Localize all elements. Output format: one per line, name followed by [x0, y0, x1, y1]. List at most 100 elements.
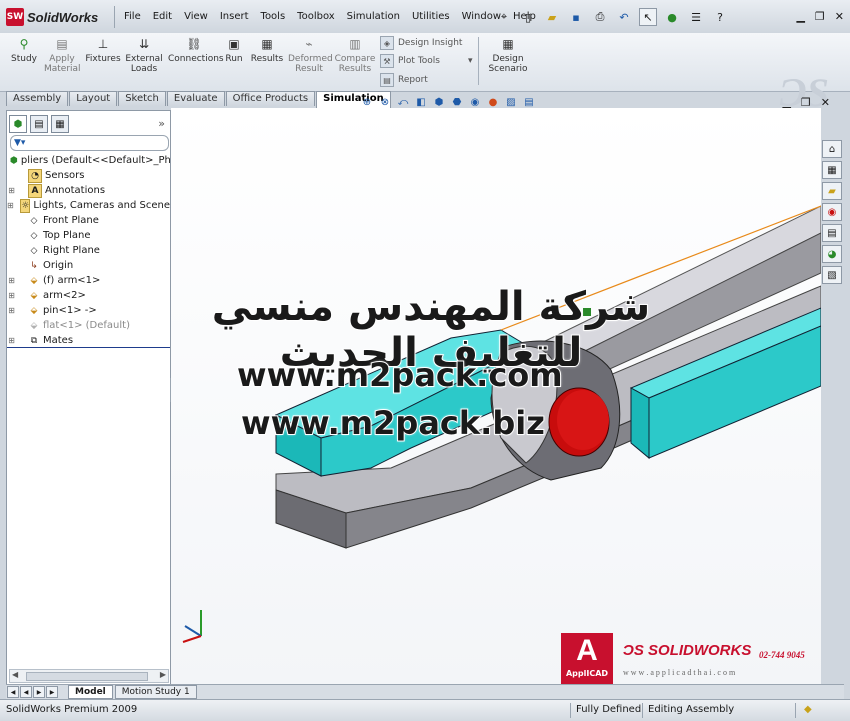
tab-sketch[interactable]: Sketch	[118, 91, 166, 106]
previous-view-icon[interactable]: ⤺	[396, 95, 410, 109]
tree-item-pin[interactable]: ⊞ ⬙ pin<1> ->	[7, 303, 170, 318]
menu-insert[interactable]: Insert	[214, 11, 255, 22]
menu-view[interactable]: View	[178, 11, 214, 22]
section-view-icon[interactable]: ◧	[414, 95, 428, 109]
help-icon[interactable]: ?	[711, 8, 729, 26]
menu-utilities[interactable]: Utilities	[406, 11, 456, 22]
connections-button[interactable]: ⛓ Connections	[168, 36, 224, 64]
tab-motion-study-1[interactable]: Motion Study 1	[114, 685, 197, 699]
view-palette-icon[interactable]: ▤	[822, 224, 842, 242]
home-icon[interactable]: ⌂	[822, 140, 842, 158]
expand-icon[interactable]: ⊞	[7, 306, 16, 315]
tree-root[interactable]: ⬢ pliers (Default<<Default>_Phot	[7, 153, 170, 168]
status-divider	[795, 703, 796, 718]
custom-properties-icon[interactable]: ▧	[822, 266, 842, 284]
tree-item-top-plane[interactable]: ◇ Top Plane	[7, 228, 170, 243]
search-icon[interactable]: ◉	[822, 203, 842, 221]
design-insight-button[interactable]: ◈ Design Insight	[380, 36, 462, 50]
plot-tools-button[interactable]: ⚒ Plot Tools ▾	[380, 54, 473, 68]
tab-evaluate[interactable]: Evaluate	[166, 91, 225, 106]
external-loads-button[interactable]: ⇊ External Loads	[124, 36, 164, 74]
panel-expand-icon[interactable]: »	[158, 117, 165, 130]
tree-item-right-plane[interactable]: ◇ Right Plane	[7, 243, 170, 258]
tab-model[interactable]: Model	[68, 685, 113, 699]
tree-item-annotations[interactable]: ⊞ A Annotations	[7, 183, 170, 198]
fixtures-button[interactable]: ⊥ Fixtures	[84, 36, 122, 64]
configuration-manager-tab-icon[interactable]: ▦	[51, 115, 69, 133]
compare-results-button[interactable]: ▥ Compare Results	[334, 36, 376, 74]
edit-appearance-icon[interactable]: ●	[486, 95, 500, 109]
scroll-left-icon[interactable]: ◀	[12, 670, 18, 679]
tree-filter-input[interactable]: ▼▾	[10, 135, 169, 151]
expand-icon[interactable]: ⊞	[7, 201, 14, 210]
print-icon[interactable]: ⎙	[591, 8, 609, 26]
deformed-result-button[interactable]: ⌁ Deformed Result	[288, 36, 333, 74]
scroll-right-icon[interactable]: ▶	[160, 670, 166, 679]
new-document-icon[interactable]: ▯	[519, 8, 537, 26]
expand-icon[interactable]: ⊞	[7, 291, 16, 300]
tab-office-products[interactable]: Office Products	[225, 91, 316, 106]
tree-item-front-plane[interactable]: ◇ Front Plane	[7, 213, 170, 228]
menu-file[interactable]: File	[118, 11, 147, 22]
study-button[interactable]: ⚲ Study	[8, 36, 40, 64]
zoom-to-fit-icon[interactable]: ⊕	[360, 95, 374, 109]
zoom-to-area-icon[interactable]: ⊗	[378, 95, 392, 109]
menu-edit[interactable]: Edit	[147, 11, 178, 22]
hide-show-icon[interactable]: ◉	[468, 95, 482, 109]
apply-scene-icon[interactable]: ▨	[504, 95, 518, 109]
tree-item-arm-2[interactable]: ⊞ ⬙ arm<2>	[7, 288, 170, 303]
tab-assembly[interactable]: Assembly	[6, 91, 69, 106]
display-style-icon[interactable]: ⬣	[450, 95, 464, 109]
tree-item-sensors[interactable]: ◔ Sensors	[7, 168, 170, 183]
menu-tools[interactable]: Tools	[255, 11, 292, 22]
view-settings-icon[interactable]: ▤	[522, 95, 536, 109]
options-icon[interactable]: ☰	[687, 8, 705, 26]
tab-layout[interactable]: Layout	[69, 91, 118, 106]
material-icon: ▤	[56, 37, 68, 51]
plot-tools-dropdown-icon[interactable]: ▾	[468, 56, 473, 66]
tree-item-flat[interactable]: ⬙ flat<1> (Default)	[7, 318, 170, 333]
expand-icon[interactable]: ⊞	[7, 336, 16, 345]
menu-simulation[interactable]: Simulation	[341, 11, 406, 22]
viewport-close-icon[interactable]: ✕	[821, 96, 830, 109]
feature-manager-tab-icon[interactable]: ⬢	[9, 115, 27, 133]
appearances-icon[interactable]: ◕	[822, 245, 842, 263]
pin-icon[interactable]: ⌖	[495, 8, 513, 26]
rollback-bar[interactable]	[7, 347, 170, 348]
horizontal-scrollbar[interactable]: ◀ ▶	[9, 669, 169, 683]
prev-tab-icon[interactable]: ◀	[20, 686, 32, 698]
scrollbar-thumb[interactable]	[26, 672, 148, 681]
tree-item-lights[interactable]: ⊞ ☼ Lights, Cameras and Scene	[7, 198, 170, 213]
design-library-icon[interactable]: ▦	[822, 161, 842, 179]
expand-icon[interactable]: ⊞	[7, 276, 16, 285]
graphics-viewport[interactable]: شركة المهندس منسي للتغليف الحديث www.m2p…	[171, 108, 822, 685]
restore-icon[interactable]: ❐	[815, 10, 825, 23]
results-button[interactable]: ▦ Results	[250, 36, 284, 64]
select-arrow-icon[interactable]: ↖	[639, 8, 657, 26]
file-explorer-icon[interactable]: ▰	[822, 182, 842, 200]
report-icon: ▤	[380, 73, 394, 87]
apply-material-button[interactable]: ▤ Apply Material	[44, 36, 81, 74]
app-logo[interactable]: SW SolidWorks	[6, 7, 98, 27]
last-tab-icon[interactable]: ▶	[46, 686, 58, 698]
undo-icon[interactable]: ↶	[615, 8, 633, 26]
first-tab-icon[interactable]: ◀	[7, 686, 19, 698]
expand-icon[interactable]: ⊞	[7, 186, 16, 195]
open-folder-icon[interactable]: ▰	[543, 8, 561, 26]
tree-item-mates[interactable]: ⊞ ⧉ Mates	[7, 333, 170, 348]
close-icon[interactable]: ✕	[835, 10, 844, 23]
menu-toolbox[interactable]: Toolbox	[291, 11, 341, 22]
solidworks-brand: ƆS SOLIDWORKS	[623, 642, 751, 659]
minimize-icon[interactable]: ▁	[796, 10, 804, 23]
save-icon[interactable]: ▪	[567, 8, 585, 26]
design-scenario-button[interactable]: ▦ Design Scenario	[486, 36, 530, 74]
tree-item-arm-1[interactable]: ⊞ ⬙ (f) arm<1>	[7, 273, 170, 288]
report-button[interactable]: ▤ Report	[380, 73, 428, 87]
tree-item-origin[interactable]: ↳ Origin	[7, 258, 170, 273]
rebuild-status-icon[interactable]: ◆	[804, 704, 812, 715]
view-orientation-icon[interactable]: ⬢	[432, 95, 446, 109]
run-button[interactable]: ▣ Run	[222, 36, 246, 64]
next-tab-icon[interactable]: ▶	[33, 686, 45, 698]
rebuild-traffic-light-icon[interactable]: ●	[663, 8, 681, 26]
property-manager-tab-icon[interactable]: ▤	[30, 115, 48, 133]
